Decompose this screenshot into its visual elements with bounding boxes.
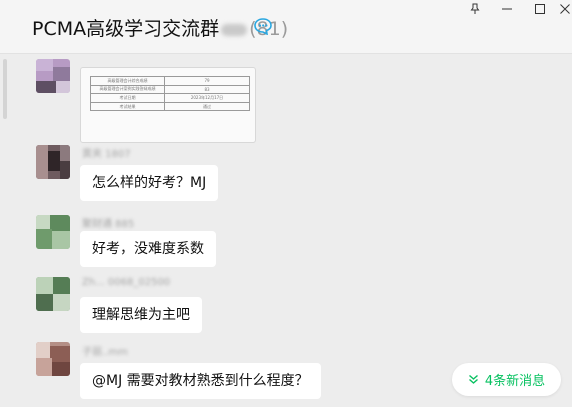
sender-name: 黄夹 1807 <box>82 149 131 160</box>
table-cell: 2023年12月17日 <box>164 93 250 103</box>
message-image[interactable]: 高级管理会计综合成绩 79 高级管理会计案例实践答辩成绩 83 考试日期 2023年1… <box>80 67 256 143</box>
table-row: 考试日期 2023年12月17日 <box>90 93 250 103</box>
table-cell: 83 <box>164 84 250 95</box>
score-table: 高级管理会计综合成绩 79 高级管理会计案例实践答辩成绩 83 考试日期 2023年1… <box>90 76 250 112</box>
close-icon[interactable] <box>558 0 572 18</box>
sender-name: Zh... 0068_02500 <box>82 277 171 288</box>
chat-bubble-icon[interactable] <box>253 17 273 35</box>
avatar[interactable] <box>36 215 70 249</box>
table-row: 考试结果 通过 <box>90 101 250 112</box>
pin-icon[interactable] <box>464 0 486 18</box>
scrollbar-thumb[interactable] <box>3 59 7 119</box>
table-cell: 高级管理会计案例实践答辩成绩 <box>90 84 165 95</box>
table-cell: 高级管理会计综合成绩 <box>90 76 165 86</box>
message-bubble[interactable]: @MJ 需要对教材熟悉到什么程度？ <box>80 363 321 399</box>
group-name: PCMA高级学习交流群 <box>32 18 220 40</box>
chat-messages[interactable]: 高级管理会计综合成绩 79 高级管理会计案例实践答辩成绩 83 考试日期 2023年1… <box>0 55 572 407</box>
sender-name: 聚财通 885 <box>82 219 135 230</box>
message-bubble[interactable]: 理解思维为主吧 <box>80 297 202 333</box>
sender-name: 子丽..mm <box>82 347 128 358</box>
table-row: 高级管理会计案例实践答辩成绩 83 <box>90 84 250 95</box>
redacted-text <box>221 23 248 36</box>
maximize-icon[interactable] <box>529 0 551 18</box>
minimize-icon[interactable] <box>496 0 518 18</box>
new-messages-button[interactable]: 4条新消息 <box>452 363 561 396</box>
avatar[interactable] <box>36 277 70 311</box>
table-cell: 通过 <box>164 101 250 112</box>
table-row: 高级管理会计综合成绩 79 <box>90 76 250 86</box>
double-chevron-down-icon <box>468 374 478 384</box>
message-bubble[interactable]: 好考，没难度系数 <box>80 231 216 267</box>
avatar[interactable] <box>36 342 70 376</box>
chat-title[interactable]: PCMA高级学习交流群 (81) <box>32 14 288 41</box>
new-messages-label: 4条新消息 <box>484 374 546 389</box>
avatar[interactable] <box>36 145 70 179</box>
avatar[interactable] <box>36 59 70 93</box>
title-bar: PCMA高级学习交流群 (81) <box>0 0 572 54</box>
message-bubble[interactable]: 怎么样的好考？MJ <box>80 165 219 201</box>
table-cell: 79 <box>164 76 250 86</box>
table-cell: 考试结果 <box>90 101 165 112</box>
table-cell: 考试日期 <box>90 93 165 103</box>
